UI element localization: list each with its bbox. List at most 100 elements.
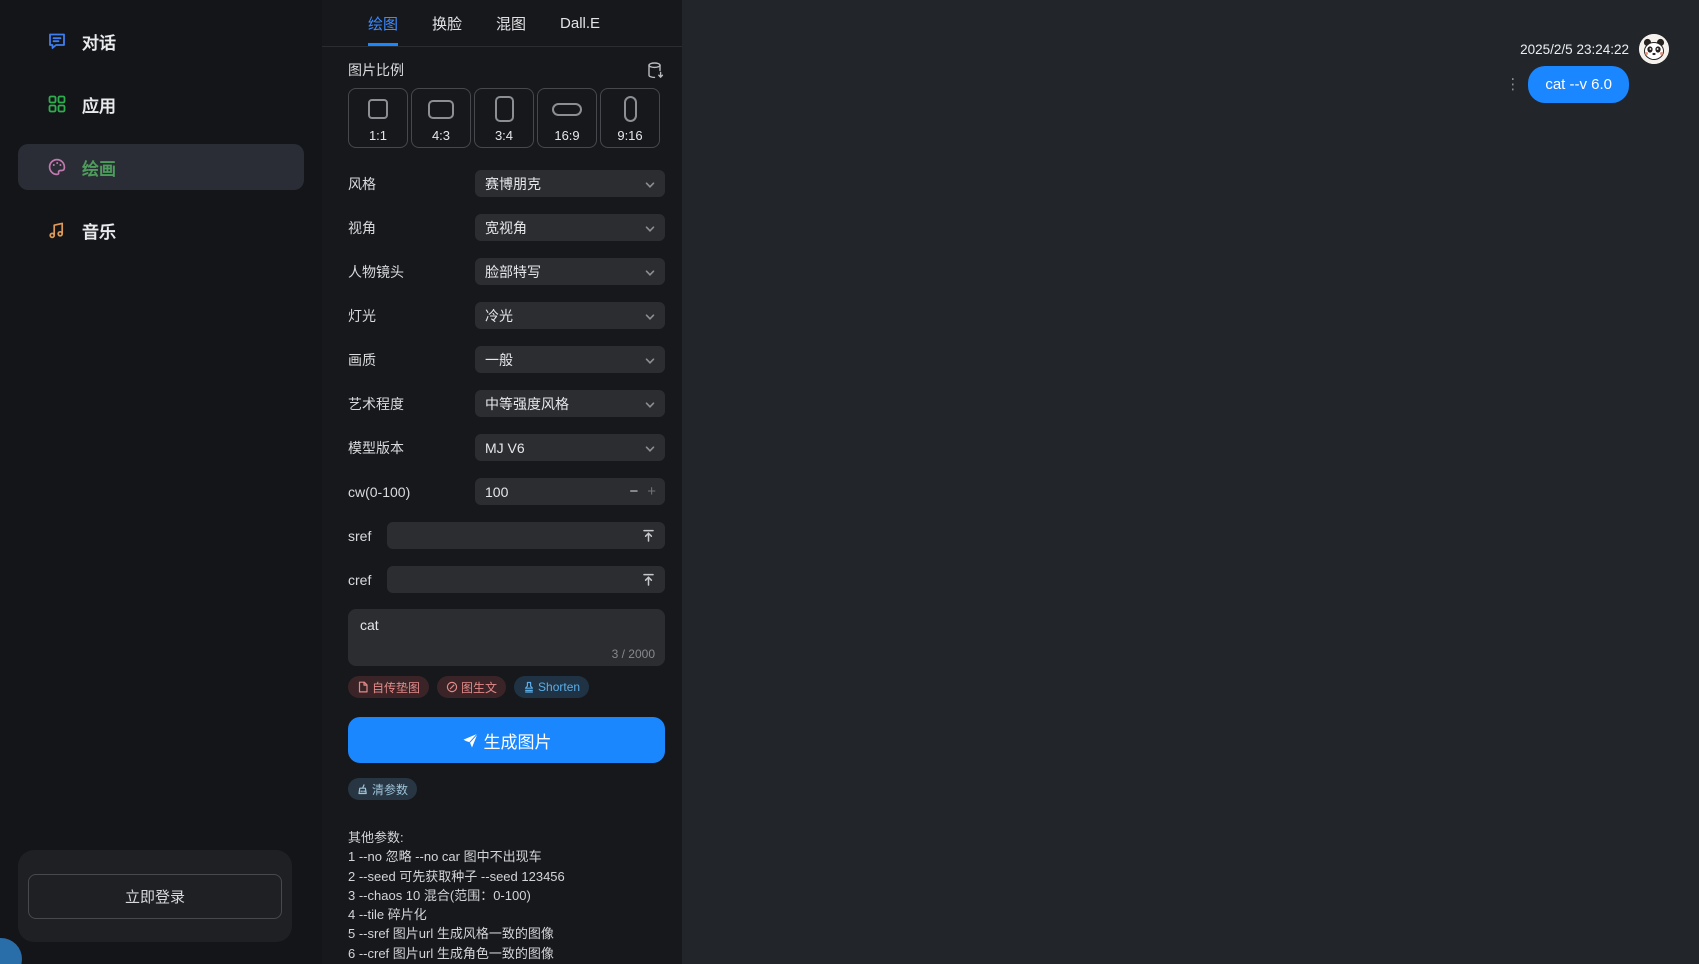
- ratio-option-3-4[interactable]: 3:4: [474, 88, 534, 148]
- sref-field: [387, 522, 665, 549]
- help-line: 2 --seed 可先获取种子 --seed 123456: [348, 867, 665, 886]
- help-title: 其他参数:: [348, 828, 665, 847]
- field-row-shot: 人物镜头 脸部特写: [348, 258, 665, 285]
- sidebar-item-label: 绘画: [82, 155, 116, 180]
- tabbar: 绘图 换脸 混图 Dall.E: [322, 0, 682, 47]
- message-meta: 2025/2/5 23:24:22: [682, 34, 1669, 64]
- send-icon: [462, 732, 479, 749]
- tab-draw[interactable]: 绘图: [368, 0, 398, 46]
- upload-icon[interactable]: [641, 528, 656, 543]
- tag-base-image[interactable]: 自传垫图: [348, 676, 429, 698]
- field-row-cw: cw(0-100) − +: [348, 478, 665, 505]
- field-row-cref: cref: [348, 566, 665, 593]
- field-row-style: 风格 赛博朋克: [348, 170, 665, 197]
- help-line: 4 --tile 碎片化: [348, 905, 665, 924]
- quality-select[interactable]: 一般: [475, 346, 665, 373]
- field-row-quality: 画质 一般: [348, 346, 665, 373]
- music-icon: [47, 220, 67, 240]
- sidebar-item-chat[interactable]: 对话: [18, 18, 304, 64]
- cref-field: [387, 566, 665, 593]
- ratio-option-16-9[interactable]: 16:9: [537, 88, 597, 148]
- sref-input[interactable]: [397, 528, 641, 544]
- ratio-section-header: 图片比例: [348, 60, 665, 80]
- help-line: 6 --cref 图片url 生成角色一致的图像: [348, 944, 665, 963]
- ratio-1-1-icon: [349, 89, 407, 129]
- chevron-down-icon: [644, 398, 656, 410]
- sidebar-item-label: 对话: [82, 29, 116, 54]
- chat-area: 2025/2/5 23:24:22 ⋮ cat -: [682, 0, 1699, 964]
- sidebar-item-label: 应用: [82, 92, 116, 117]
- chat-icon: [47, 31, 67, 51]
- user-message-bubble: cat --v 6.0: [1528, 66, 1629, 103]
- prompt-tags: 自传垫图 图生文 Shorten: [348, 676, 665, 698]
- sidebar-item-apps[interactable]: 应用: [18, 81, 304, 127]
- model-version-select[interactable]: MJ V6: [475, 434, 665, 461]
- view-angle-select[interactable]: 宽视角: [475, 214, 665, 241]
- apps-icon: [47, 94, 67, 114]
- help-line: 5 --sref 图片url 生成风格一致的图像: [348, 924, 665, 943]
- palette-icon: [47, 157, 67, 177]
- ratio-4-3-icon: [412, 89, 470, 129]
- ratio-section-label: 图片比例: [348, 60, 404, 80]
- sidebar-item-music[interactable]: 音乐: [18, 207, 304, 253]
- chevron-down-icon: [644, 266, 656, 278]
- sidebar-item-label: 音乐: [82, 218, 116, 243]
- style-select[interactable]: 赛博朋克: [475, 170, 665, 197]
- ratio-9-16-icon: [601, 89, 659, 129]
- tab-dalle[interactable]: Dall.E: [560, 0, 600, 46]
- chevron-down-icon: [644, 442, 656, 454]
- field-row-viewangle: 视角 宽视角: [348, 214, 665, 241]
- sidebar-item-draw[interactable]: 绘画: [18, 144, 304, 190]
- plus-button[interactable]: +: [643, 483, 656, 500]
- preset-load-icon[interactable]: [646, 61, 665, 80]
- field-row-sref: sref: [348, 522, 665, 549]
- ratio-options: 1:1 4:3 3:4 16:9 9:16: [348, 88, 665, 148]
- tag-image-to-text[interactable]: 图生文: [437, 676, 506, 698]
- floating-helper-button[interactable]: [0, 938, 22, 964]
- clear-row: 清参数: [348, 778, 665, 800]
- chevron-down-icon: [644, 222, 656, 234]
- document-icon: [357, 681, 369, 693]
- generate-image-button[interactable]: 生成图片: [348, 717, 665, 763]
- chevron-down-icon: [644, 310, 656, 322]
- app-window: 对话 应用 绘画: [0, 0, 1699, 964]
- tab-faceswap[interactable]: 换脸: [432, 0, 462, 46]
- chevron-down-icon: [644, 178, 656, 190]
- field-row-lighting: 灯光 冷光: [348, 302, 665, 329]
- other-params-help: 其他参数: 1 --no 忽略 --no car 图中不出现车 2 --seed…: [348, 828, 665, 963]
- upload-icon[interactable]: [641, 572, 656, 587]
- user-avatar: [1639, 34, 1669, 64]
- pen-circle-icon: [446, 681, 458, 693]
- login-button[interactable]: 立即登录: [28, 874, 282, 919]
- char-counter: 3 / 2000: [612, 647, 655, 661]
- ratio-option-9-16[interactable]: 9:16: [600, 88, 660, 148]
- stamp-icon: [523, 681, 535, 693]
- cw-input[interactable]: [485, 484, 624, 500]
- clear-params-tag[interactable]: 清参数: [348, 778, 417, 800]
- tag-shorten[interactable]: Shorten: [514, 676, 589, 698]
- ratio-3-4-icon: [475, 89, 533, 129]
- field-row-model: 模型版本 MJ V6: [348, 434, 665, 461]
- minus-button[interactable]: −: [624, 483, 643, 500]
- character-shot-select[interactable]: 脸部特写: [475, 258, 665, 285]
- message-more-icon[interactable]: ⋮: [1505, 77, 1520, 92]
- lighting-select[interactable]: 冷光: [475, 302, 665, 329]
- prompt-box: cat 3 / 2000: [348, 609, 665, 666]
- message-timestamp: 2025/2/5 23:24:22: [1520, 42, 1629, 57]
- ratio-option-1-1[interactable]: 1:1: [348, 88, 408, 148]
- cref-input[interactable]: [397, 572, 641, 588]
- cw-stepper: − +: [475, 478, 665, 505]
- ratio-16-9-icon: [538, 89, 596, 129]
- tab-miximage[interactable]: 混图: [496, 0, 526, 46]
- art-level-select[interactable]: 中等强度风格: [475, 390, 665, 417]
- field-row-artlevel: 艺术程度 中等强度风格: [348, 390, 665, 417]
- ratio-option-4-3[interactable]: 4:3: [411, 88, 471, 148]
- draw-parameters-panel: 绘图 换脸 混图 Dall.E 图片比例 1:1: [322, 0, 682, 964]
- help-line: 1 --no 忽略 --no car 图中不出现车: [348, 847, 665, 866]
- login-card: 立即登录: [18, 850, 292, 942]
- sidebar: 对话 应用 绘画: [0, 0, 322, 964]
- help-line: 3 --chaos 10 混合(范围：0-100): [348, 886, 665, 905]
- chevron-down-icon: [644, 354, 656, 366]
- broom-icon: [357, 783, 369, 795]
- message-row: ⋮ cat --v 6.0: [682, 66, 1669, 103]
